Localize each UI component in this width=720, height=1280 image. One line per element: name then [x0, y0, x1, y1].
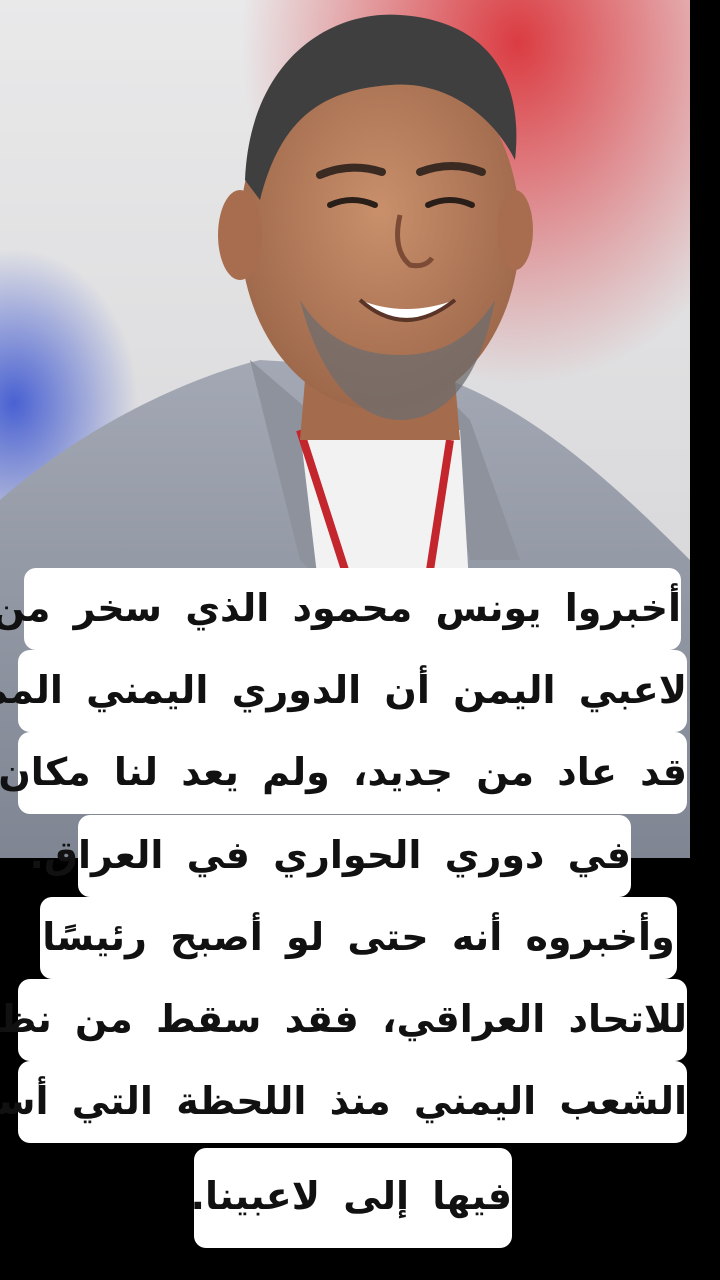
screen: أخبروا يونس محمود الذي سخر من لاعبي اليم… — [0, 0, 720, 1280]
caption-line-5: وأخبروه أنه حتى لو أصبح رئيسًا — [40, 897, 677, 979]
caption-line-7: الشعب اليمني منذ اللحظة التي أساء — [0, 1061, 687, 1143]
caption-line-6: للاتحاد العراقي، فقد سقط من نظر — [0, 979, 687, 1061]
caption-line-8: فيها إلى لاعبينا. — [191, 1148, 512, 1248]
right-border-strip — [690, 0, 720, 1280]
portrait-photo — [0, 0, 690, 858]
